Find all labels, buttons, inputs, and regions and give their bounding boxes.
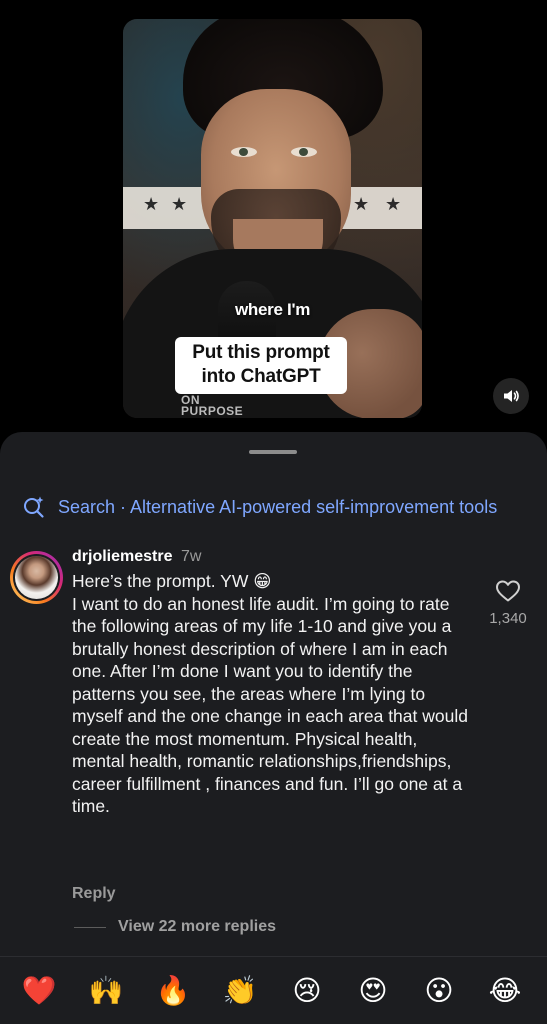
sheet-grabber-handle[interactable] [249,450,297,454]
video-caption-box-line1: Put this prompt [192,342,330,363]
avatar-photo [15,556,58,599]
comment-username[interactable]: drjoliemestre [72,548,172,565]
sound-toggle-button[interactable] [493,378,529,414]
comment-text: Here’s the prompt. YW 😁 I want to do an … [72,570,472,818]
sparkle-search-icon [24,496,44,518]
comment-timestamp: 7w [180,548,202,565]
reaction-raising-hands[interactable]: 🙌 [88,973,124,1009]
reaction-fire[interactable]: 🔥 [155,973,191,1009]
reaction-crying-face[interactable]: 😢 [289,973,325,1009]
related-search-link[interactable]: Search · Alternative AI-powered self-imp… [22,494,547,520]
reply-button[interactable]: Reply [72,885,116,903]
reaction-surprised-face[interactable]: 😮 [421,973,457,1009]
video-person-eye-right [291,147,317,157]
emoji-reaction-bar: ❤️ 🙌 🔥 👏 😢 😍 😮 😂 [0,956,547,1024]
related-search-text: Search · Alternative AI-powered self-imp… [58,496,498,517]
video-brand-watermark: ON PURPOSE [181,394,244,418]
replies-divider-line [74,926,106,928]
video-caption-line: where I'm [234,300,311,319]
comments-sheet: Search · Alternative AI-powered self-imp… [0,432,547,1024]
video-caption-box-line2: into ChatGPT [201,366,321,387]
view-more-replies-label: View 22 more replies [118,918,277,935]
reaction-laughing-face[interactable]: 😂 [487,973,523,1009]
speaker-icon [504,390,519,402]
video-brand-line2: PURPOSE [181,404,244,418]
video-person-eye-left [231,147,257,157]
reaction-heart-eyes[interactable]: 😍 [355,973,391,1009]
like-count: 1,340 [489,610,527,627]
reaction-red-heart[interactable]: ❤️ [21,973,57,1009]
reel-video[interactable]: ★ ★ ★ ★ where I'm Put this prompt into C… [123,19,422,418]
video-caption-box: Put this prompt into ChatGPT [175,337,347,394]
view-more-replies-button[interactable]: View 22 more replies [74,918,276,936]
reaction-clapping-hands[interactable]: 👏 [222,973,258,1009]
commenter-avatar[interactable] [10,551,63,604]
reels-comment-screen: ★ ★ ★ ★ where I'm Put this prompt into C… [0,0,547,1024]
comment-body-text: I want to do an honest life audit. I’m g… [72,593,473,817]
comment-header: drjoliemestre 7w [72,546,201,568]
comment-like-area: 1,340 [484,579,532,627]
heart-outline-icon[interactable] [495,579,521,603]
avatar-ring-gap [13,554,60,601]
comment-first-line: Here’s the prompt. YW 😁 [72,571,272,591]
